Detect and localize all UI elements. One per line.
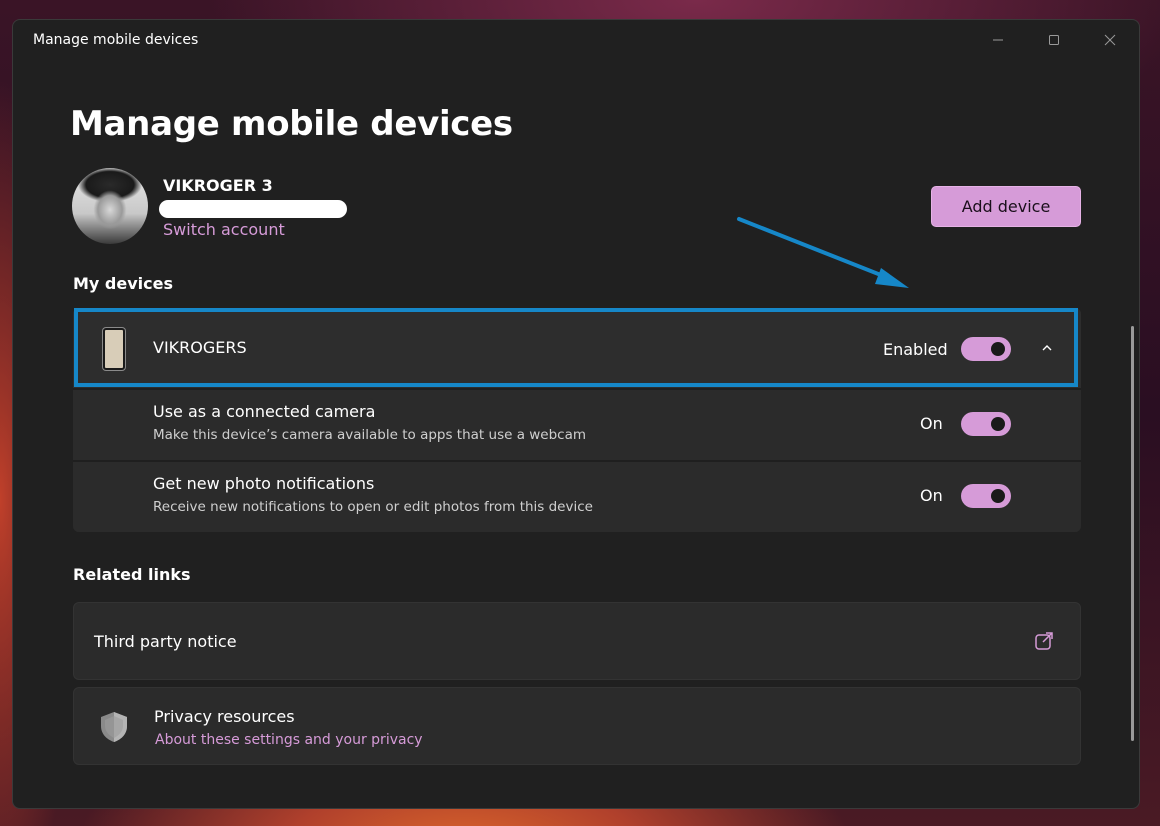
- phone-icon: [103, 328, 125, 370]
- device-enabled-toggle[interactable]: [961, 337, 1011, 361]
- manage-devices-window: Manage mobile devices Manage mobile devi…: [12, 19, 1140, 809]
- device-name: VIKROGERS: [153, 338, 247, 357]
- related-links-heading: Related links: [73, 565, 191, 584]
- setting-title: Get new photo notifications: [153, 474, 375, 493]
- setting-row-notifications: Get new photo notifications Receive new …: [73, 462, 1081, 532]
- page-title: Manage mobile devices: [70, 104, 513, 144]
- privacy-resources-card: Privacy resources About these settings a…: [73, 687, 1081, 765]
- minimize-button[interactable]: [975, 26, 1021, 54]
- maximize-icon: [1049, 35, 1059, 45]
- toggle-knob: [991, 489, 1005, 503]
- add-device-button[interactable]: Add device: [931, 186, 1081, 227]
- photo-notifications-toggle[interactable]: [961, 484, 1011, 508]
- camera-toggle[interactable]: [961, 412, 1011, 436]
- privacy-settings-link[interactable]: About these settings and your privacy: [155, 732, 423, 748]
- third-party-notice-label: Third party notice: [94, 632, 237, 651]
- setting-state-label: On: [920, 414, 943, 433]
- setting-description: Make this device’s camera available to a…: [153, 427, 587, 443]
- switch-account-link[interactable]: Switch account: [163, 220, 285, 239]
- account-name: VIKROGER 3: [163, 176, 273, 195]
- device-row[interactable]: VIKROGERS Enabled: [73, 308, 1081, 388]
- close-icon: [1104, 34, 1116, 46]
- setting-description: Receive new notifications to open or edi…: [153, 499, 593, 515]
- toggle-knob: [991, 342, 1005, 356]
- window-title: Manage mobile devices: [33, 32, 199, 48]
- minimize-icon: [993, 39, 1003, 41]
- setting-title: Use as a connected camera: [153, 402, 376, 421]
- setting-state-label: On: [920, 486, 943, 505]
- device-status-label: Enabled: [883, 340, 948, 359]
- setting-row-camera: Use as a connected camera Make this devi…: [73, 390, 1081, 460]
- external-link-icon: [1035, 632, 1053, 650]
- avatar: [72, 168, 148, 244]
- third-party-notice-link[interactable]: Third party notice: [73, 602, 1081, 680]
- device-card: VIKROGERS Enabled Use as a connected cam…: [73, 308, 1081, 532]
- toggle-knob: [991, 417, 1005, 431]
- my-devices-heading: My devices: [73, 274, 173, 293]
- close-button[interactable]: [1087, 26, 1133, 54]
- maximize-button[interactable]: [1031, 26, 1077, 54]
- chevron-up-icon[interactable]: [1039, 340, 1055, 356]
- title-bar: Manage mobile devices: [13, 20, 1139, 60]
- privacy-resources-title: Privacy resources: [154, 707, 295, 726]
- scrollbar[interactable]: [1131, 326, 1134, 741]
- email-redacted: [159, 200, 347, 218]
- shield-icon: [101, 712, 127, 742]
